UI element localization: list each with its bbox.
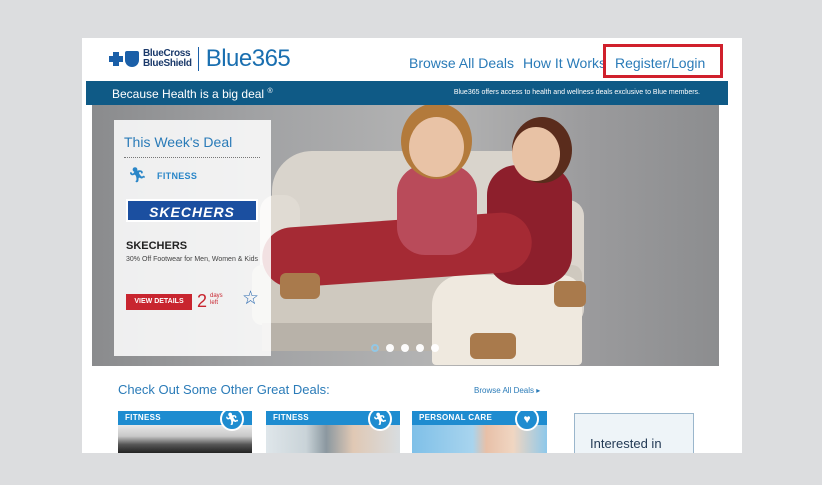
browse-arrow-icon: ▸: [536, 386, 541, 395]
skechers-logo[interactable]: SKECHERS: [126, 199, 258, 222]
carousel-dot-2[interactable]: [386, 344, 394, 352]
carousel-dots: [371, 344, 439, 352]
deal-category: 🏃︎ FITNESS: [128, 168, 197, 183]
tagline: Because Health is a big deal ®: [112, 87, 273, 101]
banner-description: Blue365 offers access to health and well…: [453, 89, 700, 96]
browse-all-deals-label: Browse All Deals: [474, 386, 535, 395]
deal-tile-personal-care[interactable]: PERSONAL CARE ♥: [412, 411, 547, 453]
interest-box[interactable]: Interested in: [574, 413, 694, 453]
logo-divider: [197, 47, 199, 71]
category-label: FITNESS: [157, 170, 198, 181]
hero-photo-boot: [280, 273, 320, 299]
days-left-label: days left: [210, 293, 223, 307]
bcbs-symbols: [109, 51, 143, 67]
heading-divider: [124, 157, 260, 158]
interest-text: Interested in: [590, 436, 662, 451]
tagline-mark: ®: [267, 88, 273, 95]
hero-photo-mother-head: [512, 127, 560, 181]
browser-page: BlueCross BlueShield Blue365 Browse All …: [82, 38, 742, 453]
blue-cross-icon: [109, 52, 123, 66]
brand-line-2: BlueShield: [143, 58, 192, 69]
carousel-dot-1[interactable]: [371, 344, 379, 352]
carousel-dot-4[interactable]: [416, 344, 424, 352]
star-icon[interactable]: ☆: [242, 289, 259, 309]
hero-photo-boot: [470, 333, 516, 359]
deal-tile-fitness-1[interactable]: FITNESS 🏃︎: [118, 411, 252, 453]
blue365-wordmark: Blue365: [205, 45, 291, 72]
hero-photo-boot: [554, 281, 586, 307]
blue-shield-icon: [125, 51, 139, 67]
site-header: BlueCross BlueShield Blue365 Browse All …: [82, 38, 742, 81]
browse-all-deals-link[interactable]: Browse All Deals ▸: [474, 386, 540, 395]
bcbs-blue365-logo[interactable]: BlueCross BlueShield Blue365: [109, 45, 291, 72]
days-label-line-2: left: [210, 300, 219, 306]
days-label-line-1: days: [210, 293, 223, 299]
deal-brand-name: SKECHERS: [126, 240, 188, 252]
tagline-text: Because Health is a big deal: [112, 87, 265, 101]
weekly-deal-heading: This Week's Deal: [124, 134, 233, 150]
deal-description: 30% Off Footwear for Men, Women & Kids: [126, 256, 259, 263]
nav-how-it-works[interactable]: How It Works: [523, 55, 606, 71]
deal-tile-fitness-2[interactable]: FITNESS 🏃︎: [266, 411, 400, 453]
hero-photo-girl: [397, 165, 477, 255]
register-login-highlight: [603, 44, 723, 78]
bcbs-wordmark: BlueCross BlueShield: [143, 49, 192, 69]
days-left-count: 2: [197, 291, 208, 311]
carousel-dot-3[interactable]: [401, 344, 409, 352]
runner-icon: 🏃︎: [128, 167, 148, 184]
other-deals-heading: Check Out Some Other Great Deals:: [118, 382, 330, 397]
tagline-banner: Because Health is a big deal ® Blue365 o…: [86, 81, 728, 105]
hero-photo-girl-head: [409, 117, 464, 177]
hero-carousel[interactable]: This Week's Deal 🏃︎ FITNESS SKECHERS SKE…: [92, 105, 719, 366]
weekly-deal-card: This Week's Deal 🏃︎ FITNESS SKECHERS SKE…: [114, 120, 271, 356]
view-details-button[interactable]: VIEW DETAILS: [126, 294, 192, 310]
nav-browse-all-deals[interactable]: Browse All Deals: [409, 55, 514, 71]
carousel-dot-5[interactable]: [431, 344, 439, 352]
